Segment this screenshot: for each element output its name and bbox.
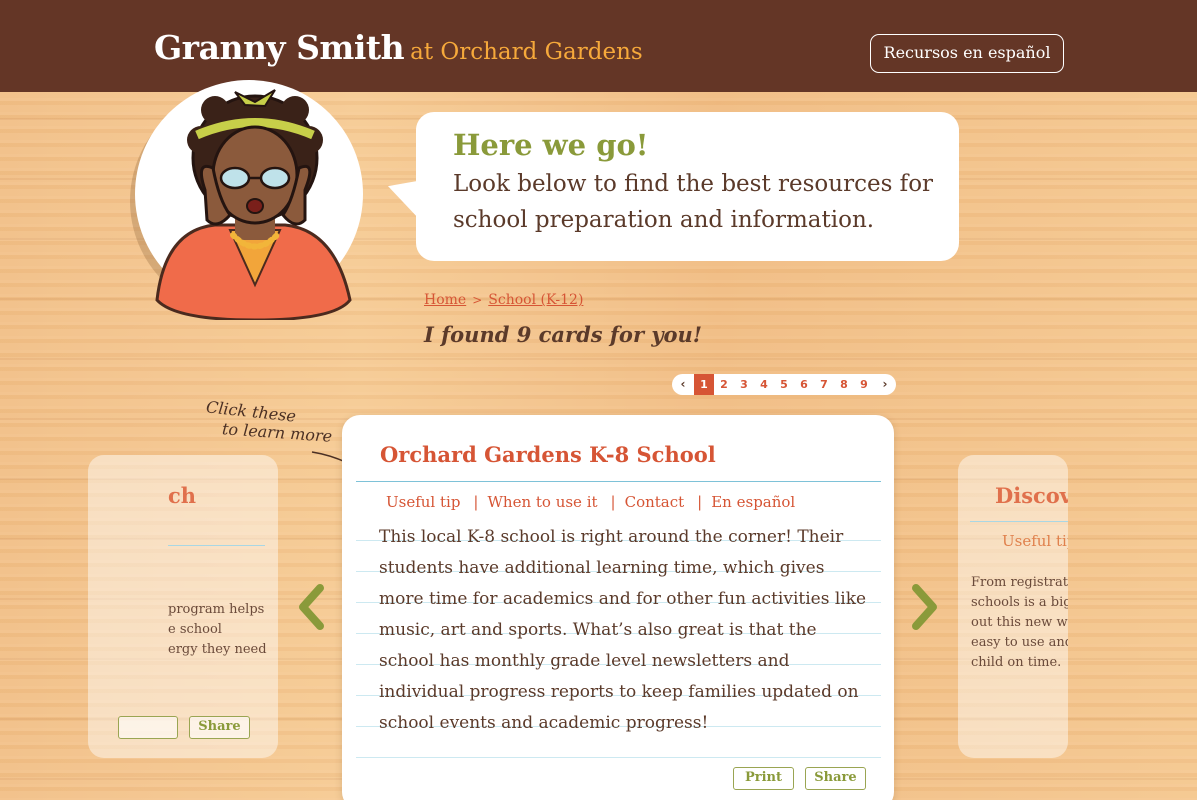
tab-separator: | [697,493,703,511]
side-card-left-print-button[interactable] [118,716,178,739]
bubble-text: Look below to find the best resources fo… [453,171,934,233]
resource-card: Orchard Gardens K-8 School Useful tip | … [342,415,894,800]
pagination: ‹ 1 2 3 4 5 6 7 8 9 › [672,374,896,395]
share-button[interactable]: Share [805,767,866,790]
tab-separator: | [473,493,479,511]
side-card-left-text-2: e school [168,622,222,637]
tab-when-to-use[interactable]: When to use it [487,493,597,511]
side-card-left-text-3: ergy they need [168,642,267,657]
page-4[interactable]: 4 [754,374,774,395]
side-card-right-tab[interactable]: Useful tip [1002,532,1068,550]
print-button[interactable]: Print [733,767,794,790]
brand-logo[interactable]: Granny Smith at Orchard Gardens [154,28,643,67]
page-6[interactable]: 6 [794,374,814,395]
hint-line-2: to learn more [221,419,333,446]
brand-name: Granny Smith [154,28,405,67]
tab-contact[interactable]: Contact [625,493,685,511]
card-title[interactable]: Orchard Gardens K-8 School [380,442,716,467]
side-card-right-text-4: easy to use and [971,635,1068,650]
tab-separator: | [610,493,616,511]
side-card-right-text-5: child on time. [971,655,1062,670]
granny-illustration [155,89,352,320]
breadcrumb-home-link[interactable]: Home [424,292,466,308]
side-card-left-rule [168,545,265,546]
card-body-text: This local K-8 school is right around th… [379,527,867,733]
tab-useful-tip[interactable]: Useful tip [386,493,460,511]
breadcrumb-separator: > [472,293,483,307]
spanish-resources-button[interactable]: Recursos en español [870,34,1064,73]
side-card-right-text-2: schools is a big [971,595,1068,610]
side-card-left[interactable]: ch program helps e school ergy they need… [88,455,278,758]
page-8[interactable]: 8 [834,374,854,395]
page-2[interactable]: 2 [714,374,734,395]
results-count: I found 9 cards for you! [424,322,703,347]
side-card-right-text-3: out this new we [971,615,1068,630]
page-next-button[interactable]: › [874,374,896,395]
side-card-right-text-1: From registrati [971,575,1068,590]
top-bar: Granny Smith at Orchard Gardens Recursos … [0,0,1197,92]
page-9[interactable]: 9 [854,374,874,395]
breadcrumb-school-link[interactable]: School (K-12) [488,292,583,308]
bubble-title: Here we go! [453,128,649,162]
page-1[interactable]: 1 [694,374,714,395]
page-prev-button[interactable]: ‹ [672,374,694,395]
side-card-left-text-1: program helps [168,602,265,617]
side-card-left-share-button[interactable]: Share [189,716,250,739]
breadcrumb: Home > School (K-12) [424,292,583,308]
side-card-left-title: ch [168,483,197,508]
page-5[interactable]: 5 [774,374,794,395]
page-7[interactable]: 7 [814,374,834,395]
speech-bubble: Here we go! Look below to find the best … [416,112,959,261]
page-3[interactable]: 3 [734,374,754,395]
tab-en-espanol[interactable]: En español [711,493,795,511]
brand-subtitle: at Orchard Gardens [410,39,643,65]
side-card-right-title: Discov [995,483,1068,508]
speech-bubble-tail [388,171,418,218]
side-card-right-rule [970,521,1068,522]
card-title-rule [356,481,881,482]
granny-avatar [135,80,363,320]
card-tabs: Useful tip | When to use it | Contact | … [386,493,795,511]
chevron-left-icon[interactable] [296,584,326,630]
chevron-right-icon[interactable] [910,584,940,630]
side-card-right[interactable]: Discov Useful tip From registrati school… [958,455,1068,758]
